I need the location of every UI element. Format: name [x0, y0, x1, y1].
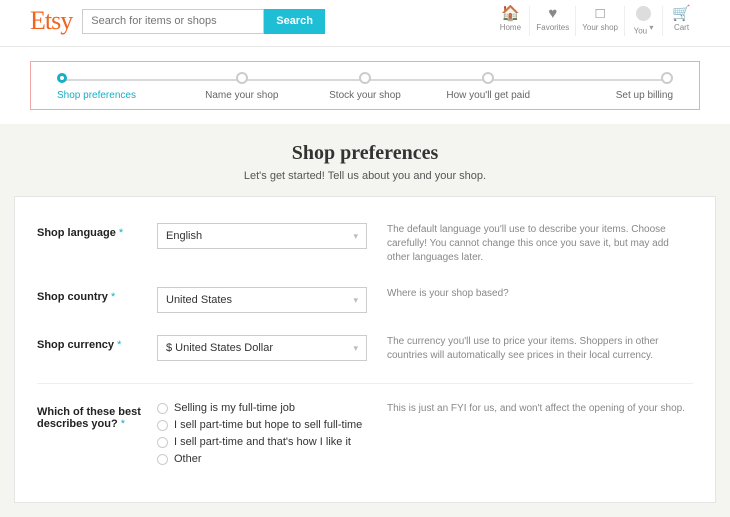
help-language: The default language you'll use to descr… [387, 223, 693, 265]
step-shop-preferences[interactable] [57, 73, 180, 83]
radio-icon [157, 420, 168, 431]
row-currency: Shop currency * $ United States Dollar ▾… [37, 335, 693, 363]
content-area: Shop preferences Let's get started! Tell… [0, 124, 730, 517]
help-describes: This is just an FYI for us, and won't af… [387, 402, 693, 470]
nav-your-shop-label: Your shop [582, 23, 618, 32]
nav-your-shop[interactable]: □ Your shop [575, 6, 624, 36]
select-currency-value: $ United States Dollar [166, 342, 273, 354]
cart-icon: 🛒 [669, 6, 694, 21]
nav-favorites[interactable]: ♥ Favorites [529, 6, 575, 36]
radio-option-2[interactable]: I sell part-time and that's how I like i… [157, 436, 367, 448]
top-header: Etsy Search 🏠 Home ♥ Favorites □ Your sh… [0, 0, 730, 47]
radio-option-0[interactable]: Selling is my full-time job [157, 402, 367, 414]
chevron-down-icon: ▾ [353, 231, 358, 242]
chevron-down-icon: ▾ [649, 23, 653, 32]
radio-icon [157, 437, 168, 448]
radio-option-1[interactable]: I sell part-time but hope to sell full-t… [157, 419, 367, 431]
radio-list-describes: Selling is my full-time job I sell part-… [157, 402, 367, 465]
help-currency: The currency you'll use to price your it… [387, 335, 693, 363]
step-label-3: How you'll get paid [427, 90, 550, 101]
nav-you[interactable]: You ▾ [624, 6, 662, 36]
nav-cart-label: Cart [669, 23, 694, 32]
radio-icon [157, 454, 168, 465]
nav-home[interactable]: 🏠 Home [491, 6, 529, 36]
search-button[interactable]: Search [264, 9, 325, 34]
step-set-up-billing[interactable] [550, 72, 673, 84]
step-label-1: Name your shop [180, 90, 303, 101]
label-currency: Shop currency * [37, 335, 157, 363]
help-country: Where is your shop based? [387, 287, 693, 313]
header-nav: 🏠 Home ♥ Favorites □ Your shop You ▾ 🛒 C… [491, 6, 700, 36]
home-icon: 🏠 [497, 6, 523, 21]
preferences-panel: Shop language * English ▾ The default la… [14, 196, 716, 503]
row-describes: Which of these best describes you? * Sel… [37, 383, 693, 470]
select-currency[interactable]: $ United States Dollar ▾ [157, 335, 367, 361]
step-label-0: Shop preferences [57, 90, 180, 101]
shop-icon: □ [582, 6, 618, 21]
label-describes: Which of these best describes you? * [37, 402, 157, 470]
chevron-down-icon: ▾ [353, 343, 358, 354]
page-title: Shop preferences [14, 142, 716, 165]
label-country: Shop country * [37, 287, 157, 313]
search-wrap: Search [82, 9, 325, 34]
chevron-down-icon: ▾ [353, 295, 358, 306]
row-language: Shop language * English ▾ The default la… [37, 223, 693, 265]
step-label-4: Set up billing [550, 90, 673, 101]
page-subtitle: Let's get started! Tell us about you and… [14, 170, 716, 182]
avatar-icon [631, 6, 656, 21]
heart-icon: ♥ [536, 6, 569, 21]
nav-cart[interactable]: 🛒 Cart [662, 6, 700, 36]
step-stock-your-shop[interactable] [303, 72, 426, 84]
nav-you-label: You ▾ [631, 23, 656, 36]
onboarding-stepper: Shop preferences Name your shop Stock yo… [30, 61, 700, 110]
search-input[interactable] [82, 9, 264, 34]
select-language-value: English [166, 230, 202, 242]
nav-favorites-label: Favorites [536, 23, 569, 32]
select-country[interactable]: United States ▾ [157, 287, 367, 313]
etsy-logo[interactable]: Etsy [30, 6, 72, 36]
step-name-your-shop[interactable] [180, 72, 303, 84]
onboarding-stepper-wrap: Shop preferences Name your shop Stock yo… [0, 47, 730, 124]
nav-home-label: Home [497, 23, 523, 32]
select-country-value: United States [166, 294, 232, 306]
radio-icon [157, 403, 168, 414]
step-how-youll-get-paid[interactable] [427, 72, 550, 84]
label-language: Shop language * [37, 223, 157, 265]
select-language[interactable]: English ▾ [157, 223, 367, 249]
row-country: Shop country * United States ▾ Where is … [37, 287, 693, 313]
step-label-2: Stock your shop [303, 90, 426, 101]
radio-option-3[interactable]: Other [157, 453, 367, 465]
